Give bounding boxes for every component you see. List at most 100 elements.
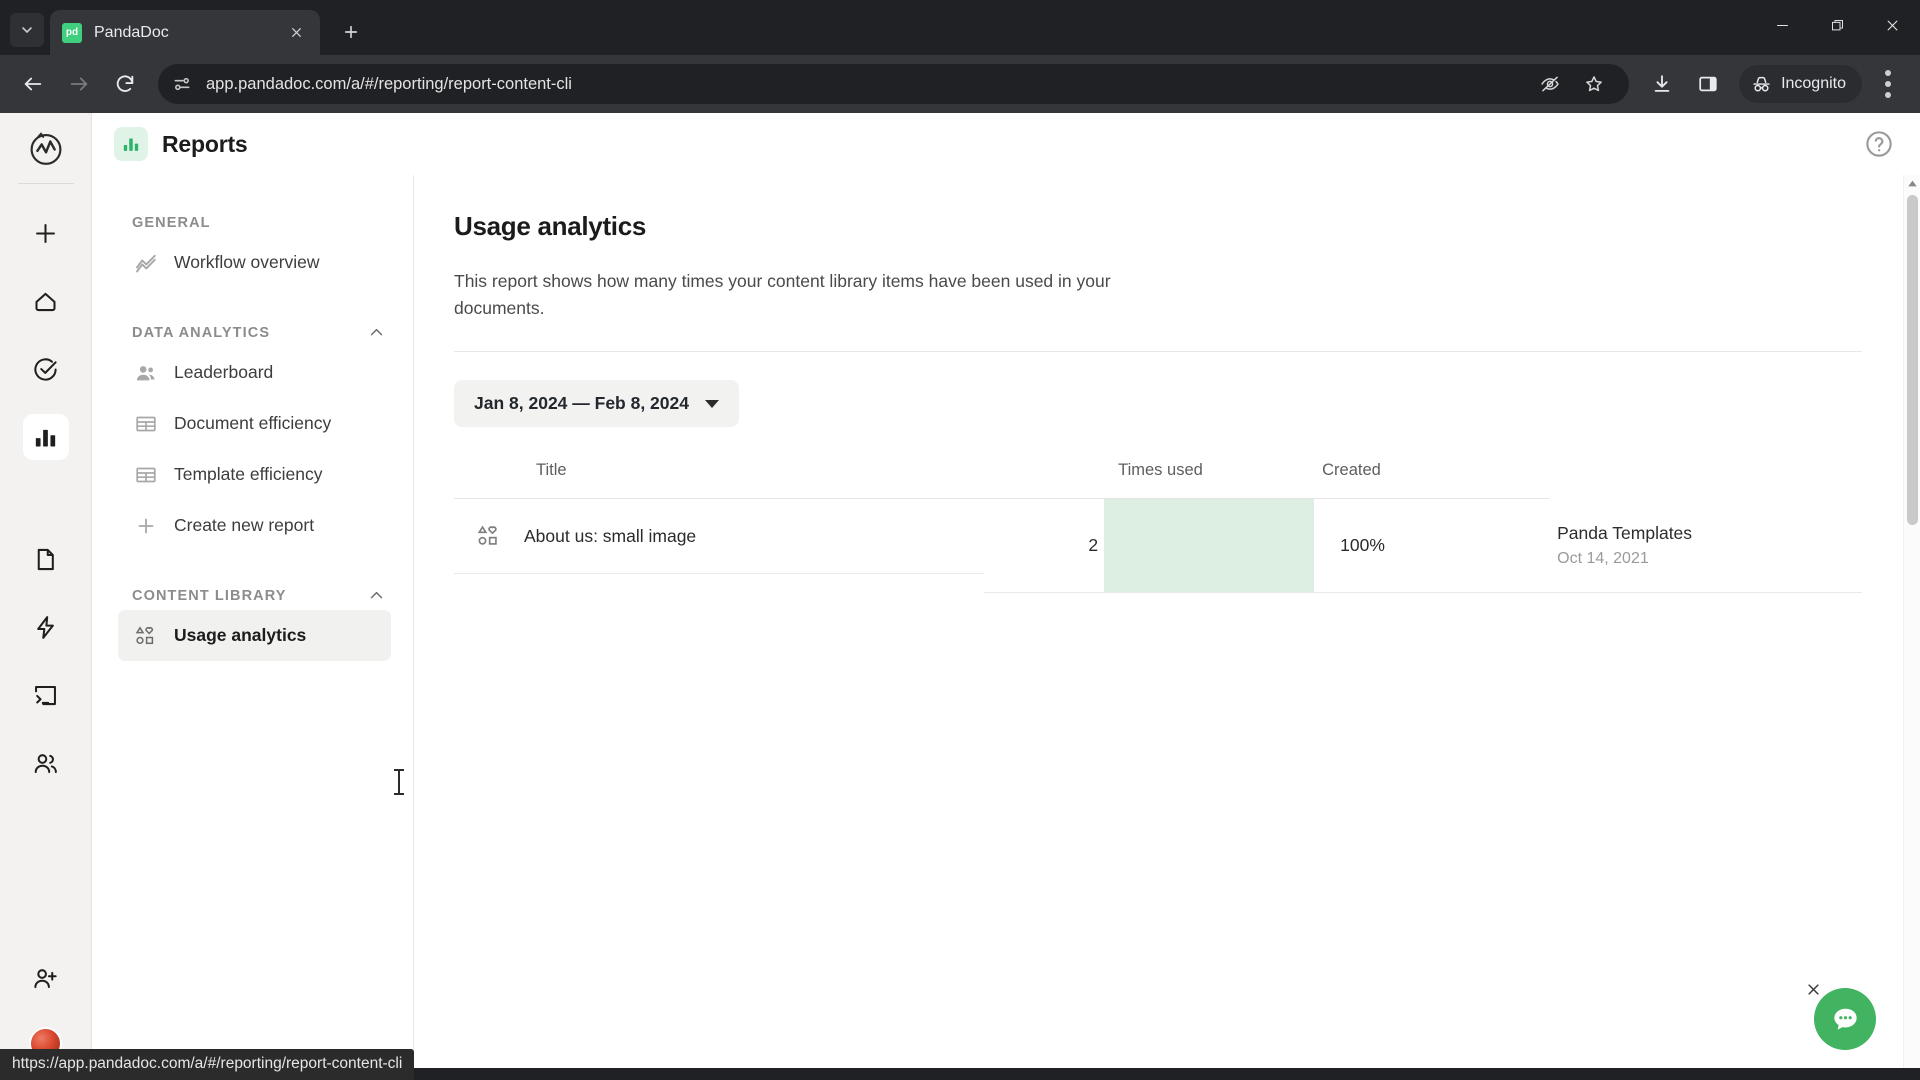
sidebar-item-workflow-overview[interactable]: Workflow overview bbox=[118, 237, 391, 288]
usage-bar-fill bbox=[1104, 499, 1315, 592]
close-window-button[interactable] bbox=[1865, 2, 1920, 48]
incognito-icon bbox=[1753, 76, 1770, 92]
created-date-text: Oct 14, 2021 bbox=[1557, 549, 1649, 567]
table-row[interactable]: About us: small image 2 100% Panda Templ… bbox=[454, 498, 1862, 593]
table-header-row: Title Times used Created bbox=[454, 461, 1862, 500]
scroll-up-arrow[interactable] bbox=[1904, 175, 1920, 192]
close-tab-button[interactable] bbox=[284, 21, 308, 45]
minimize-button[interactable] bbox=[1755, 2, 1810, 48]
close-chat-icon[interactable] bbox=[1802, 978, 1824, 1000]
cell-created: Panda Templates Oct 14, 2021 bbox=[1549, 498, 1862, 593]
nav-section-content-library[interactable]: CONTENT LIBRARY bbox=[92, 587, 413, 604]
rail-item-contacts[interactable] bbox=[23, 740, 69, 786]
column-header-title[interactable]: Title bbox=[454, 461, 985, 500]
rail-item-invite-people[interactable] bbox=[23, 955, 69, 1001]
app-rail bbox=[0, 113, 92, 1080]
side-panel-button[interactable] bbox=[1687, 63, 1729, 105]
back-button[interactable] bbox=[12, 63, 54, 105]
chrome-menu-button[interactable] bbox=[1868, 64, 1908, 104]
chevron-up-icon[interactable] bbox=[368, 324, 385, 341]
table-icon bbox=[134, 412, 158, 436]
sidebar-item-create-new-report[interactable]: Create new report bbox=[118, 500, 391, 551]
sidebar-item-document-efficiency[interactable]: Document efficiency bbox=[118, 398, 391, 449]
nav-section-general: GENERAL bbox=[92, 215, 413, 231]
sidebar-item-label: Usage analytics bbox=[174, 625, 307, 645]
content-library-icon bbox=[134, 624, 158, 648]
sidebar-item-usage-analytics[interactable]: Usage analytics bbox=[118, 610, 391, 661]
forward-button[interactable] bbox=[58, 63, 100, 105]
cell-title: About us: small image bbox=[454, 499, 985, 575]
nav-section-label: GENERAL bbox=[132, 215, 211, 231]
trend-line-icon bbox=[134, 251, 158, 275]
chat-bubble-button[interactable] bbox=[1814, 988, 1876, 1050]
page-title: Reports bbox=[162, 130, 248, 157]
cell-times-used-count: 2 bbox=[984, 498, 1105, 593]
app-header: Reports bbox=[92, 113, 1920, 175]
profile-label: Incognito bbox=[1781, 75, 1846, 92]
cell-usage-bar bbox=[1104, 498, 1315, 593]
status-bar-url: https://app.pandadoc.com/a/#/reporting/r… bbox=[0, 1049, 415, 1080]
section-divider bbox=[454, 351, 1862, 353]
report-heading: Usage analytics bbox=[454, 211, 647, 241]
rail-item-create-new[interactable] bbox=[23, 210, 69, 256]
rail-item-tasks[interactable] bbox=[23, 346, 69, 392]
table-icon bbox=[134, 463, 158, 487]
rail-item-reports[interactable] bbox=[22, 414, 69, 460]
plus-icon bbox=[134, 514, 158, 538]
browser-window: pd PandaDoc app.pandadoc.com/a/#/reporti… bbox=[0, 0, 1920, 1080]
row-title-text: About us: small image bbox=[524, 525, 697, 546]
column-header-created[interactable]: Created bbox=[1314, 461, 1550, 500]
bookmark-star-icon[interactable] bbox=[1573, 63, 1615, 105]
scrollbar-thumb[interactable] bbox=[1907, 195, 1918, 525]
chevron-down-icon bbox=[705, 399, 719, 408]
rail-item-documents[interactable] bbox=[23, 536, 69, 582]
nav-section-label: CONTENT LIBRARY bbox=[132, 587, 287, 604]
tracking-protection-icon[interactable] bbox=[1529, 63, 1571, 105]
maximize-restore-button[interactable] bbox=[1810, 2, 1865, 48]
app-column: Reports GENERAL Workflow overview DATA A… bbox=[92, 113, 1920, 1080]
people-icon bbox=[134, 361, 158, 385]
text-cursor bbox=[394, 769, 404, 795]
address-bar[interactable]: app.pandadoc.com/a/#/reporting/report-co… bbox=[158, 63, 1630, 105]
help-icon[interactable] bbox=[1864, 129, 1894, 159]
reports-badge-icon bbox=[114, 127, 148, 161]
page-scrollbar[interactable] bbox=[1903, 175, 1920, 1080]
reports-sidebar: GENERAL Workflow overview DATA ANALYTICS bbox=[92, 175, 414, 1080]
column-header-spacer bbox=[984, 461, 1105, 500]
nav-section-data-analytics[interactable]: DATA ANALYTICS bbox=[92, 324, 413, 341]
usage-analytics-table: Title Times used Created About us: small… bbox=[454, 461, 1862, 593]
url-text: app.pandadoc.com/a/#/reporting/report-co… bbox=[206, 74, 572, 93]
rail-bottom-group bbox=[0, 933, 91, 1060]
tab-title: PandaDoc bbox=[94, 23, 169, 41]
new-tab-button[interactable] bbox=[334, 15, 368, 49]
site-settings-icon[interactable] bbox=[172, 74, 192, 94]
content-library-icon bbox=[476, 523, 502, 549]
sidebar-item-label: Document efficiency bbox=[174, 413, 332, 433]
rail-divider bbox=[17, 183, 74, 184]
sidebar-item-template-efficiency[interactable]: Template efficiency bbox=[118, 449, 391, 500]
pandadoc-logo-icon[interactable] bbox=[23, 125, 69, 171]
tab-search-button[interactable] bbox=[10, 13, 44, 47]
reload-button[interactable] bbox=[104, 63, 146, 105]
date-range-label: Jan 8, 2024 — Feb 8, 2024 bbox=[474, 393, 689, 414]
window-controls bbox=[1755, 0, 1920, 50]
tab-strip: pd PandaDoc bbox=[0, 0, 1920, 55]
nav-section-label: DATA ANALYTICS bbox=[132, 324, 271, 341]
page-viewport: Reports GENERAL Workflow overview DATA A… bbox=[0, 113, 1920, 1080]
rail-item-templates[interactable] bbox=[23, 672, 69, 718]
sidebar-item-label: Create new report bbox=[174, 515, 315, 535]
rail-item-home[interactable] bbox=[23, 278, 69, 324]
main-content: Usage analytics This report shows how ma… bbox=[414, 175, 1920, 1080]
chat-bubble-icon bbox=[1833, 1008, 1857, 1030]
nav-gap bbox=[92, 551, 413, 587]
column-header-times-used[interactable]: Times used bbox=[1104, 461, 1315, 500]
sidebar-item-label: Workflow overview bbox=[174, 252, 320, 272]
date-range-picker[interactable]: Jan 8, 2024 — Feb 8, 2024 bbox=[454, 380, 739, 428]
browser-tab[interactable]: pd PandaDoc bbox=[50, 10, 320, 55]
downloads-button[interactable] bbox=[1641, 63, 1683, 105]
chevron-up-icon[interactable] bbox=[368, 587, 385, 604]
sidebar-item-leaderboard[interactable]: Leaderboard bbox=[118, 347, 391, 398]
rail-item-automations[interactable] bbox=[23, 604, 69, 650]
profile-incognito-button[interactable]: Incognito bbox=[1739, 65, 1862, 103]
sidebar-item-label: Leaderboard bbox=[174, 362, 274, 382]
